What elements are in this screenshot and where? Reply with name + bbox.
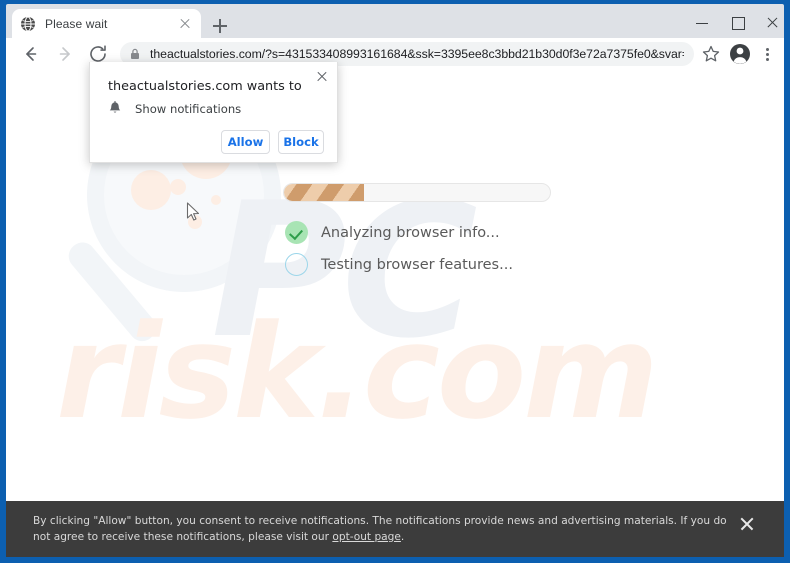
browser-tab[interactable]: Please wait	[12, 9, 201, 38]
new-tab-button[interactable]	[206, 12, 234, 40]
block-button[interactable]: Block	[278, 130, 324, 154]
consent-close-icon[interactable]	[736, 513, 758, 535]
consent-banner: By clicking "Allow" button, you consent …	[6, 501, 784, 557]
globe-icon	[20, 16, 36, 32]
empty-circle-icon	[285, 253, 308, 276]
star-icon[interactable]	[698, 41, 724, 67]
back-arrow-icon[interactable]	[16, 40, 44, 68]
bell-icon	[108, 101, 122, 116]
permission-row: Show notifications	[108, 101, 241, 116]
consent-text-after: .	[400, 530, 405, 543]
check-circle-icon	[285, 221, 308, 244]
watermark-secondary: risk.com	[56, 296, 659, 448]
allow-button[interactable]: Allow	[221, 130, 270, 154]
permission-label: Show notifications	[135, 101, 242, 116]
tab-title: Please wait	[45, 16, 108, 31]
browser-window: Please wait theactualstories.com/?s=4315…	[0, 0, 790, 563]
consent-text: By clicking "Allow" button, you consent …	[33, 514, 733, 545]
progress-bar	[283, 183, 551, 202]
tab-close-icon[interactable]	[177, 16, 193, 32]
three-dot-menu-icon[interactable]	[754, 40, 780, 68]
forward-arrow-icon	[50, 40, 78, 68]
url-text: theactualstories.com/?s=4315334089931616…	[150, 47, 684, 61]
mouse-cursor-icon	[186, 202, 202, 224]
dialog-title: theactualstories.com wants to	[108, 79, 302, 94]
close-icon[interactable]	[750, 8, 790, 38]
lock-icon	[128, 47, 142, 61]
notification-permission-dialog: theactualstories.com wants to Show notif…	[89, 62, 338, 163]
dialog-close-icon[interactable]	[313, 68, 331, 86]
progress-step-label: Testing browser features...	[321, 256, 513, 273]
progress-step-label: Analyzing browser info...	[321, 224, 500, 241]
profile-avatar-icon[interactable]	[726, 40, 754, 68]
opt-out-link[interactable]: opt-out page	[332, 531, 401, 543]
progress-step-testing: Testing browser features...	[285, 253, 513, 276]
progress-step-analyzing: Analyzing browser info...	[285, 221, 500, 244]
progress-bar-fill	[284, 184, 364, 201]
tab-strip: Please wait	[6, 4, 784, 38]
